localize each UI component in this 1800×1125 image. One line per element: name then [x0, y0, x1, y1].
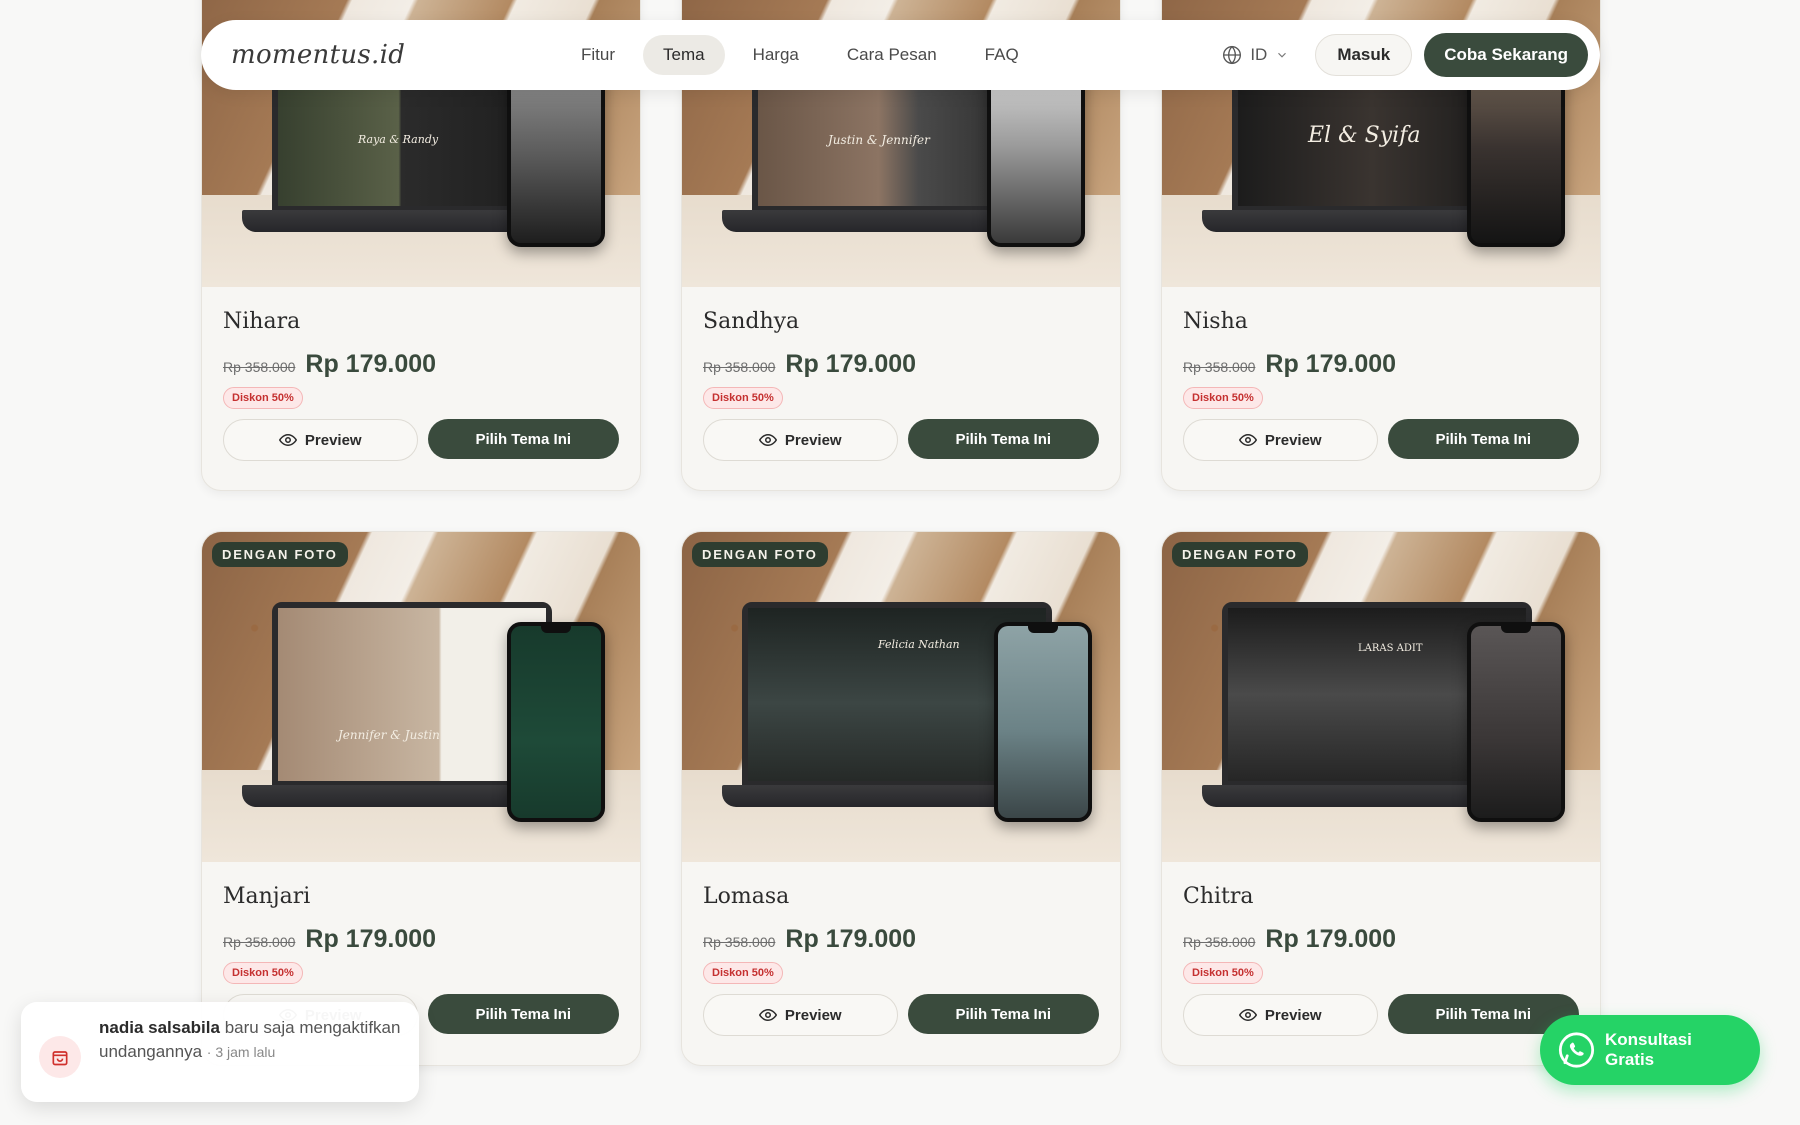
- screen-couple-text: Felicia Nathan: [878, 638, 960, 651]
- phone-mockup: [994, 622, 1092, 822]
- choose-theme-button[interactable]: Pilih Tema Ini: [1387, 419, 1579, 459]
- new-price: Rp 179.000: [1265, 925, 1397, 953]
- preview-button[interactable]: Preview: [703, 419, 898, 461]
- screen-couple-text: Raya & Randy: [358, 133, 439, 146]
- preview-label: Preview: [784, 431, 842, 449]
- nav-links: Fitur Tema Harga Cara Pesan FAQ: [561, 35, 1039, 75]
- photo-badge: DENGAN FOTO: [1172, 542, 1308, 567]
- theme-preview-image[interactable]: LARAS ADIT DENGAN FOTO: [1162, 532, 1600, 862]
- preview-button[interactable]: Preview: [1183, 419, 1378, 461]
- toast-icon: [39, 1036, 81, 1078]
- discount-badge: Diskon 50%: [223, 387, 303, 409]
- old-price: Rp 358.000: [223, 359, 296, 375]
- theme-card-manjari: Jennifer & Justin DENGAN FOTO Manjari Rp…: [201, 531, 641, 1066]
- old-price: Rp 358.000: [1183, 934, 1256, 950]
- preview-label: Preview: [784, 1006, 842, 1024]
- login-button[interactable]: Masuk: [1315, 34, 1413, 76]
- preview-label: Preview: [304, 431, 362, 449]
- theme-preview-image[interactable]: Felicia Nathan DENGAN FOTO: [682, 532, 1120, 862]
- new-price: Rp 179.000: [305, 925, 437, 953]
- theme-card-chitra: LARAS ADIT DENGAN FOTO Chitra Rp 358.000…: [1161, 531, 1601, 1066]
- try-now-button[interactable]: Coba Sekarang: [1424, 33, 1588, 77]
- old-price: Rp 358.000: [703, 934, 776, 950]
- language-code: ID: [1250, 45, 1268, 64]
- nav-link-tema[interactable]: Tema: [643, 35, 725, 75]
- old-price: Rp 358.000: [703, 359, 776, 375]
- theme-name: Nihara: [223, 309, 301, 334]
- whatsapp-icon: [1558, 1032, 1595, 1068]
- choose-theme-button[interactable]: Pilih Tema Ini: [427, 994, 619, 1034]
- screen-couple-text: Justin & Jennifer: [828, 133, 930, 147]
- eye-icon: [758, 1008, 777, 1022]
- choose-theme-button[interactable]: Pilih Tema Ini: [907, 994, 1099, 1034]
- preview-button[interactable]: Preview: [1183, 994, 1378, 1036]
- photo-badge: DENGAN FOTO: [212, 542, 348, 567]
- new-price: Rp 179.000: [305, 350, 437, 378]
- preview-button[interactable]: Preview: [223, 419, 418, 461]
- toast-user-name: nadia salsabila: [99, 1018, 220, 1037]
- eye-icon: [1238, 433, 1257, 447]
- screen-couple-text: LARAS ADIT: [1358, 643, 1423, 654]
- eye-icon: [1238, 1008, 1257, 1022]
- choose-theme-button[interactable]: Pilih Tema Ini: [907, 419, 1099, 459]
- phone-mockup: [1467, 622, 1565, 822]
- site-logo[interactable]: momentus.id: [231, 40, 561, 70]
- activity-toast: nadia salsabila baru saja mengaktifkan u…: [21, 1002, 419, 1102]
- nav-link-faq[interactable]: FAQ: [965, 35, 1039, 75]
- whatsapp-consult-button[interactable]: Konsultasi Gratis: [1540, 1015, 1760, 1085]
- preview-label: Preview: [1264, 431, 1322, 449]
- theme-grid: Raya & Randy DENGAN FOTO Nihara Rp 358.0…: [201, 0, 1601, 1066]
- old-price: Rp 358.000: [1183, 359, 1256, 375]
- toast-message: nadia salsabila baru saja mengaktifkan u…: [99, 1018, 401, 1061]
- nav-link-cara-pesan[interactable]: Cara Pesan: [827, 35, 957, 75]
- whatsapp-label: Konsultasi Gratis: [1604, 1030, 1692, 1069]
- theme-card-lomasa: Felicia Nathan DENGAN FOTO Lomasa Rp 358…: [681, 531, 1121, 1066]
- shopping-bag-icon: [52, 1051, 68, 1066]
- new-price: Rp 179.000: [785, 925, 917, 953]
- theme-name: Nisha: [1183, 309, 1248, 334]
- eye-icon: [278, 433, 297, 447]
- new-price: Rp 179.000: [785, 350, 917, 378]
- screen-couple-text: El & Syifa: [1308, 123, 1421, 148]
- top-navbar: momentus.id Fitur Tema Harga Cara Pesan …: [201, 20, 1600, 90]
- preview-label: Preview: [1264, 1006, 1322, 1024]
- language-selector[interactable]: ID: [1208, 45, 1303, 65]
- photo-badge: DENGAN FOTO: [692, 542, 828, 567]
- preview-button[interactable]: Preview: [703, 994, 898, 1036]
- chevron-down-icon: [1278, 52, 1287, 58]
- nav-link-harga[interactable]: Harga: [733, 35, 819, 75]
- theme-name: Chitra: [1183, 884, 1254, 909]
- theme-name: Manjari: [223, 884, 311, 909]
- theme-name: Sandhya: [703, 309, 800, 334]
- nav-link-fitur[interactable]: Fitur: [561, 35, 635, 75]
- toast-time: 3 jam lalu: [215, 1044, 276, 1060]
- old-price: Rp 358.000: [223, 934, 296, 950]
- discount-badge: Diskon 50%: [223, 962, 303, 984]
- theme-preview-image[interactable]: Jennifer & Justin DENGAN FOTO: [202, 532, 640, 862]
- discount-badge: Diskon 50%: [1183, 962, 1263, 984]
- discount-badge: Diskon 50%: [1183, 387, 1263, 409]
- discount-badge: Diskon 50%: [703, 387, 783, 409]
- choose-theme-button[interactable]: Pilih Tema Ini: [427, 419, 619, 459]
- screen-couple-text: Jennifer & Justin: [338, 728, 440, 742]
- globe-icon: [1223, 45, 1242, 65]
- eye-icon: [758, 433, 777, 447]
- theme-name: Lomasa: [703, 884, 790, 909]
- phone-mockup: [507, 622, 605, 822]
- discount-badge: Diskon 50%: [703, 962, 783, 984]
- new-price: Rp 179.000: [1265, 350, 1397, 378]
